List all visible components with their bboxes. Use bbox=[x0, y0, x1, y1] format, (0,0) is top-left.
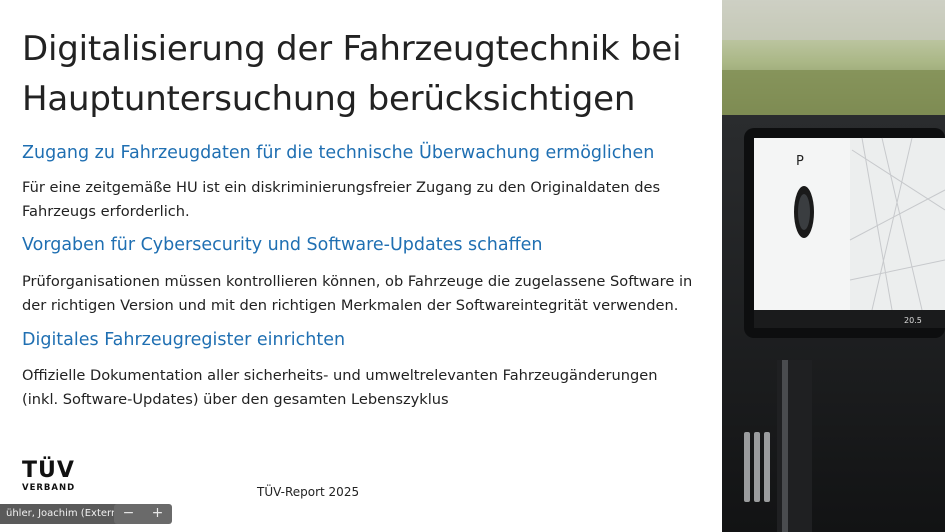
section-text-line: Fahrzeugs erforderlich. bbox=[22, 203, 190, 220]
section-text-line: (inkl. Software-Updates) über den gesamt… bbox=[22, 391, 449, 408]
zoom-in-button[interactable]: + bbox=[143, 504, 172, 524]
zoom-out-button[interactable]: − bbox=[114, 504, 143, 524]
slide-content: Digitalisierung der Fahrzeugtechnik bei … bbox=[0, 0, 722, 532]
section-text-line: Für eine zeitgemäße HU ist ein diskrimin… bbox=[22, 179, 661, 196]
tuv-verband-logo: TÜV VERBAND bbox=[22, 460, 82, 494]
slide-title: Digitalisierung der Fahrzeugtechnik bei … bbox=[22, 24, 712, 124]
car-interior-photo: P 20.5 bbox=[722, 0, 945, 532]
section-heading-cybersecurity: Vorgaben für Cybersecurity und Software-… bbox=[22, 235, 543, 255]
section-text-data-access: Für eine zeitgemäße HU ist ein diskrimin… bbox=[22, 176, 712, 224]
slide-title-line-2: Hauptuntersuchung berücksichtigen bbox=[22, 79, 636, 119]
slide-footer: TÜV-Report 2025 bbox=[257, 485, 360, 499]
car-interior-illustration: P 20.5 bbox=[722, 0, 945, 532]
temperature-readout: 20.5 bbox=[904, 316, 922, 325]
logo-tuv-text: TÜV bbox=[22, 458, 75, 483]
section-text-line: Offizielle Dokumentation aller sicherhei… bbox=[22, 367, 658, 384]
section-text-cybersecurity: Prüforganisationen müssen kontrollieren … bbox=[22, 270, 712, 318]
presentation-slide: Digitalisierung der Fahrzeugtechnik bei … bbox=[0, 0, 945, 532]
logo-verband-text: VERBAND bbox=[22, 483, 76, 493]
section-text-line: der richtigen Version und mit den richti… bbox=[22, 297, 679, 314]
section-text-vehicle-register: Offizielle Dokumentation aller sicherhei… bbox=[22, 364, 712, 412]
slide-title-line-1: Digitalisierung der Fahrzeugtechnik bei bbox=[22, 29, 682, 69]
section-heading-vehicle-register: Digitales Fahrzeugregister einrichten bbox=[22, 330, 346, 350]
gear-indicator: P bbox=[796, 154, 804, 169]
section-heading-data-access: Zugang zu Fahrzeugdaten für die technisc… bbox=[22, 143, 655, 163]
section-text-line: Prüforganisationen müssen kontrollieren … bbox=[22, 273, 693, 290]
participant-name-tag: ühler, Joachim (Extern) bbox=[0, 504, 130, 524]
zoom-controls: − + bbox=[114, 504, 172, 524]
